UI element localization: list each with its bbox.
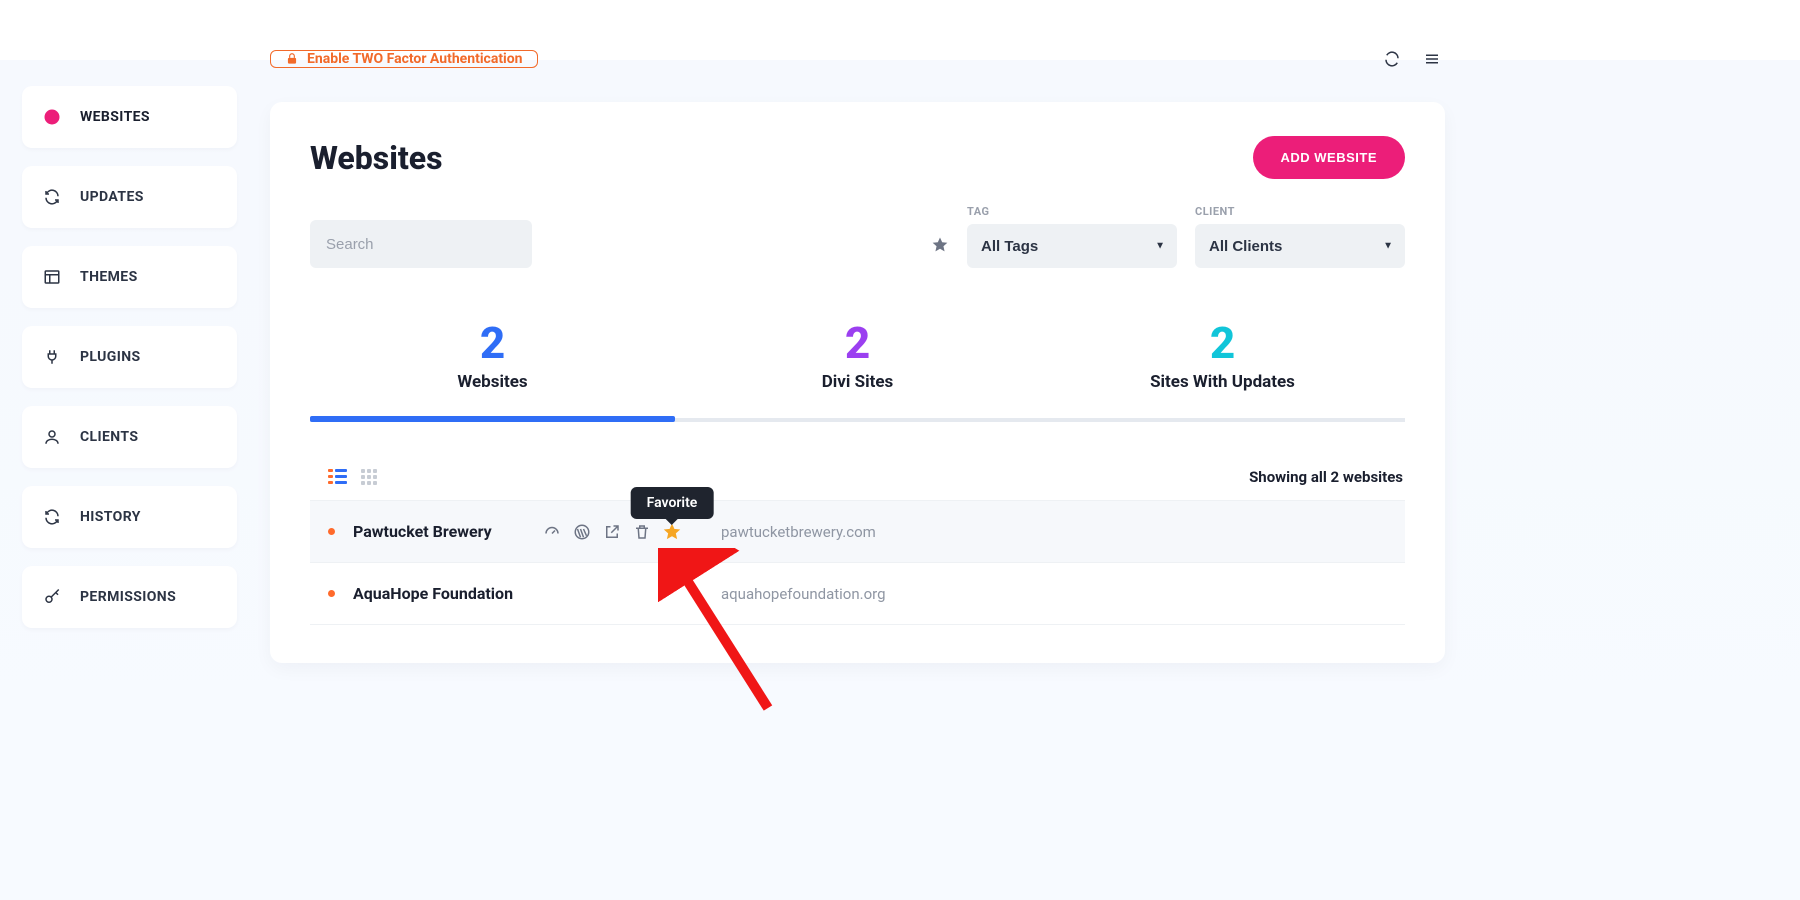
key-icon	[42, 587, 62, 607]
plug-icon	[42, 347, 62, 367]
wordpress-icon[interactable]	[573, 523, 591, 541]
layout-icon	[42, 267, 62, 287]
menu-icon[interactable]	[1423, 50, 1441, 68]
sidebar-item-label: PERMISSIONS	[80, 589, 176, 605]
site-url: pawtucketbrewery.com	[721, 523, 876, 541]
grid-view-icon[interactable]	[361, 469, 377, 485]
add-website-button[interactable]: ADD WEBSITE	[1253, 136, 1406, 179]
card-head: Websites ADD WEBSITE	[310, 136, 1405, 179]
list-item[interactable]: Pawtucket Brewery Favorite pawtucketbrew…	[310, 501, 1405, 563]
sidebar-item-label: CLIENTS	[80, 429, 138, 445]
tab-sites-with-updates[interactable]: 2 Sites With Updates	[1040, 312, 1405, 418]
site-name: AquaHope Foundation	[353, 584, 525, 603]
tag-select[interactable]: All Tags	[967, 224, 1177, 268]
stat-value: 2	[1040, 320, 1405, 366]
favorite-star-icon[interactable]: Favorite	[663, 523, 681, 541]
main-column: Enable TWO Factor Authentication Website…	[270, 54, 1445, 663]
sidebar-item-clients[interactable]: CLIENTS	[22, 406, 237, 468]
sidebar-item-label: HISTORY	[80, 509, 141, 525]
stat-value: 2	[310, 320, 675, 366]
favorite-tooltip: Favorite	[631, 487, 714, 519]
site-url: aquahopefoundation.org	[721, 585, 886, 603]
stat-value: 2	[675, 320, 1040, 366]
status-dot-icon	[328, 590, 335, 597]
external-link-icon[interactable]	[603, 523, 621, 541]
sync-icon[interactable]	[1383, 50, 1401, 68]
filters-row: TAG All Tags ▼ CLIENT All Clients ▼	[310, 205, 1405, 268]
tag-filter-label: TAG	[967, 205, 1177, 218]
sidebar-item-label: WEBSITES	[80, 109, 150, 125]
view-toggle	[312, 469, 377, 485]
favorites-filter-icon[interactable]	[931, 236, 949, 254]
active-tab-underline	[310, 416, 675, 422]
list-view-icon[interactable]	[328, 469, 347, 485]
stat-label: Sites With Updates	[1040, 372, 1405, 392]
status-dot-icon	[328, 528, 335, 535]
sidebar-item-plugins[interactable]: PLUGINS	[22, 326, 237, 388]
list-toolbar: Showing all 2 websites	[310, 468, 1405, 500]
client-filter: CLIENT All Clients ▼	[1195, 205, 1405, 268]
header-actions	[1383, 50, 1441, 68]
results-count: Showing all 2 websites	[1249, 468, 1403, 486]
sidebar-item-label: THEMES	[80, 269, 138, 285]
sidebar-item-label: PLUGINS	[80, 349, 141, 365]
sidebar-item-label: UPDATES	[80, 189, 144, 205]
alert-label: Enable TWO Factor Authentication	[307, 51, 523, 67]
two-factor-alert[interactable]: Enable TWO Factor Authentication	[270, 50, 538, 68]
page-title: Websites	[310, 139, 443, 177]
sidebar-item-updates[interactable]: UPDATES	[22, 166, 237, 228]
sidebar-item-websites[interactable]: WEBSITES	[22, 86, 237, 148]
refresh-icon	[42, 507, 62, 527]
client-filter-label: CLIENT	[1195, 205, 1405, 218]
tag-filter: TAG All Tags ▼	[967, 205, 1177, 268]
user-icon	[42, 427, 62, 447]
globe-icon	[42, 107, 62, 127]
sidebar: WEBSITES UPDATES THEMES PLUGINS CLIENTS …	[22, 86, 237, 628]
tab-websites[interactable]: 2 Websites	[310, 312, 675, 418]
row-actions: Favorite	[543, 523, 681, 541]
client-select[interactable]: All Clients	[1195, 224, 1405, 268]
stats-tabs: 2 Websites 2 Divi Sites 2 Sites With Upd…	[310, 312, 1405, 422]
sidebar-item-history[interactable]: HISTORY	[22, 486, 237, 548]
lock-icon	[285, 52, 299, 66]
site-name: Pawtucket Brewery	[353, 522, 525, 541]
refresh-icon	[42, 187, 62, 207]
sidebar-item-permissions[interactable]: PERMISSIONS	[22, 566, 237, 628]
tab-divi-sites[interactable]: 2 Divi Sites	[675, 312, 1040, 418]
stat-label: Websites	[310, 372, 675, 392]
sidebar-item-themes[interactable]: THEMES	[22, 246, 237, 308]
list-item[interactable]: AquaHope Foundation aquahopefoundation.o…	[310, 563, 1405, 625]
trash-icon[interactable]	[633, 523, 651, 541]
sites-list: Pawtucket Brewery Favorite pawtucketbrew…	[310, 500, 1405, 625]
dashboard-icon[interactable]	[543, 523, 561, 541]
search-input[interactable]	[310, 220, 532, 268]
websites-card: Websites ADD WEBSITE TAG All Tags ▼ CLIE…	[270, 102, 1445, 663]
stat-label: Divi Sites	[675, 372, 1040, 392]
